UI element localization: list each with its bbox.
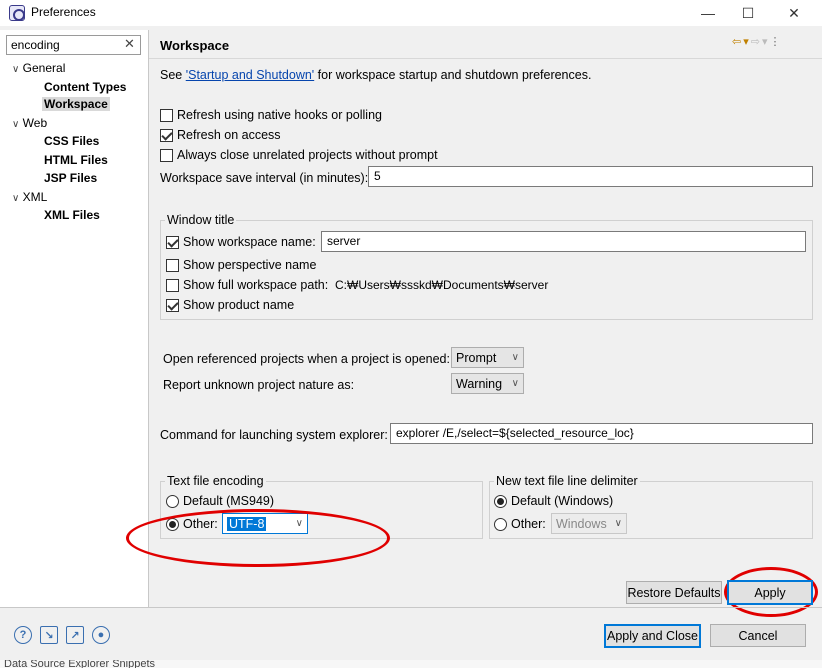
unknown-nature-label: Report unknown project nature as: bbox=[163, 378, 355, 392]
annotation-ellipse-encoding bbox=[126, 509, 390, 567]
chevron-down-icon[interactable]: ∨ bbox=[12, 193, 19, 204]
restore-defaults-button[interactable]: Restore Defaults bbox=[626, 581, 722, 604]
chevron-down-icon: ∨ bbox=[511, 352, 519, 363]
window-title-group-label: Window title bbox=[165, 213, 237, 227]
clear-filter-icon[interactable]: ✕ bbox=[124, 36, 135, 52]
view-menu-icon[interactable]: ⋮ bbox=[770, 36, 783, 48]
explorer-command-label: Command for launching system explorer: bbox=[160, 428, 388, 442]
header-separator bbox=[149, 58, 822, 59]
tree-item-workspace[interactable]: Workspace bbox=[42, 97, 110, 111]
unknown-nature-select[interactable]: Warning ∨ bbox=[451, 373, 524, 394]
show-full-path-option[interactable]: Show full workspace path: bbox=[166, 278, 328, 292]
refresh-native-checkbox[interactable] bbox=[160, 108, 173, 122]
delimiter-select[interactable]: Windows ∨ bbox=[551, 513, 627, 534]
see-startup-text: See 'Startup and Shutdown' for workspace… bbox=[160, 68, 592, 82]
delimiter-other-option[interactable]: Other: bbox=[494, 517, 546, 531]
save-interval-label: Workspace save interval (in minutes): bbox=[160, 171, 369, 185]
line-delimiter-label: New text file line delimiter bbox=[494, 474, 640, 488]
tree-item-css-files[interactable]: CSS Files bbox=[44, 134, 99, 148]
apply-and-close-button[interactable]: Apply and Close bbox=[604, 624, 701, 648]
chevron-down-icon[interactable]: ∨ bbox=[12, 64, 19, 75]
always-close-checkbox[interactable] bbox=[160, 148, 173, 162]
encoding-default-option[interactable]: Default (MS949) bbox=[166, 494, 274, 508]
record-icon[interactable]: ● bbox=[92, 626, 110, 644]
show-perspective-option[interactable]: Show perspective name bbox=[166, 258, 316, 272]
open-referenced-label: Open referenced projects when a project … bbox=[163, 352, 450, 366]
page-title: Workspace bbox=[160, 38, 230, 53]
eclipse-app-icon bbox=[9, 5, 25, 21]
maximize-button[interactable]: ☐ bbox=[725, 0, 771, 26]
tree-item-general[interactable]: ∨ General bbox=[12, 61, 65, 75]
startup-shutdown-link[interactable]: 'Startup and Shutdown' bbox=[186, 68, 314, 82]
bottom-toolbar: ? ↘ ↗ ● bbox=[14, 626, 110, 644]
delimiter-default-radio[interactable] bbox=[494, 494, 507, 508]
tree-item-xml-files[interactable]: XML Files bbox=[44, 208, 100, 222]
tree-item-content-types[interactable]: Content Types bbox=[44, 80, 126, 94]
tree-item-web[interactable]: ∨ Web bbox=[12, 116, 47, 130]
show-product-checkbox[interactable] bbox=[166, 298, 179, 312]
window-title: Preferences bbox=[31, 5, 96, 19]
refresh-access-option[interactable]: Refresh on access bbox=[160, 128, 281, 142]
refresh-native-option[interactable]: Refresh using native hooks or polling bbox=[160, 108, 382, 122]
show-product-option[interactable]: Show product name bbox=[166, 298, 294, 312]
save-interval-input[interactable]: 5 bbox=[368, 166, 813, 187]
tree-item-xml[interactable]: ∨ XML bbox=[12, 190, 47, 204]
back-arrow-icon[interactable]: ⇦▾ bbox=[732, 36, 751, 48]
cancel-button[interactable]: Cancel bbox=[710, 624, 806, 647]
delimiter-other-radio[interactable] bbox=[494, 517, 507, 531]
ws-name-input[interactable]: server bbox=[321, 231, 806, 252]
filter-input[interactable]: encoding bbox=[6, 35, 141, 55]
close-window-button[interactable]: ✕ bbox=[771, 0, 817, 26]
tree-item-jsp-files[interactable]: JSP Files bbox=[44, 171, 97, 185]
show-perspective-checkbox[interactable] bbox=[166, 258, 179, 272]
chevron-down-icon: ∨ bbox=[614, 518, 622, 529]
full-path-value: C:₩Users₩ssskd₩Documents₩server bbox=[335, 278, 549, 292]
always-close-option[interactable]: Always close unrelated projects without … bbox=[160, 148, 438, 162]
explorer-command-input[interactable]: explorer /E,/select=${selected_resource_… bbox=[390, 423, 813, 444]
show-full-path-checkbox[interactable] bbox=[166, 278, 179, 292]
show-ws-name-option[interactable]: Show workspace name: bbox=[166, 235, 316, 249]
tree-item-html-files[interactable]: HTML Files bbox=[44, 153, 108, 167]
history-nav: ⇦▾⇨▾⋮ bbox=[732, 35, 783, 48]
background-status-bar: Data Source Explorer Snippets bbox=[0, 660, 822, 668]
forward-arrow-icon[interactable]: ⇨▾ bbox=[751, 36, 770, 48]
chevron-down-icon[interactable]: ∨ bbox=[12, 119, 19, 130]
show-ws-name-checkbox[interactable] bbox=[166, 235, 179, 249]
export-icon[interactable]: ↗ bbox=[66, 626, 84, 644]
bottom-separator bbox=[0, 607, 822, 608]
open-referenced-select[interactable]: Prompt ∨ bbox=[451, 347, 524, 368]
apply-button[interactable]: Apply bbox=[727, 580, 813, 605]
chevron-down-icon: ∨ bbox=[511, 378, 519, 389]
refresh-access-checkbox[interactable] bbox=[160, 128, 173, 142]
import-icon[interactable]: ↘ bbox=[40, 626, 58, 644]
delimiter-default-option[interactable]: Default (Windows) bbox=[494, 494, 613, 508]
help-icon[interactable]: ? bbox=[14, 626, 32, 644]
text-encoding-label: Text file encoding bbox=[165, 474, 266, 488]
encoding-default-radio[interactable] bbox=[166, 494, 179, 508]
